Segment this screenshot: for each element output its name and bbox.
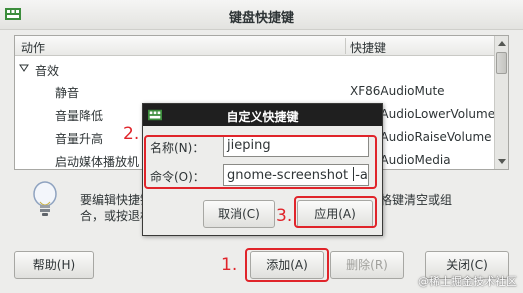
window-titlebar[interactable]: 键盘快捷键 bbox=[0, 0, 523, 30]
scroll-down-icon[interactable] bbox=[497, 156, 507, 166]
dialog-titlebar[interactable]: 自定义快捷键 bbox=[143, 104, 382, 126]
vertical-scrollbar[interactable] bbox=[494, 36, 508, 169]
scroll-up-icon[interactable] bbox=[497, 39, 507, 49]
highlight-apply-button bbox=[294, 196, 377, 228]
column-separator bbox=[345, 38, 346, 54]
highlight-add-button bbox=[245, 248, 329, 282]
annotation-step-3: 3. bbox=[276, 206, 293, 226]
column-header-shortcut[interactable]: 快捷键 bbox=[350, 39, 386, 56]
expander-down-icon[interactable] bbox=[19, 63, 29, 73]
highlight-fields bbox=[144, 135, 377, 189]
dialog-title: 自定义快捷键 bbox=[226, 110, 299, 124]
lightbulb-icon bbox=[33, 181, 57, 216]
watermark: @稀土掘金技术社区 bbox=[418, 275, 517, 288]
row-action: 静音 bbox=[55, 86, 80, 100]
group-label: 音效 bbox=[35, 64, 60, 78]
window-title: 键盘快捷键 bbox=[228, 11, 294, 26]
scrollbar-thumb[interactable] bbox=[496, 52, 507, 74]
row-action: 启动媒体播放机 bbox=[55, 155, 140, 169]
row-action: 音量降低 bbox=[55, 109, 104, 123]
row-shortcut: XF86AudioMute bbox=[350, 84, 445, 98]
annotation-step-2: 2. bbox=[123, 124, 140, 144]
list-row[interactable]: 静音 XF86AudioMute bbox=[15, 80, 495, 103]
column-header-action[interactable]: 动作 bbox=[21, 39, 45, 56]
remove-button[interactable]: 删除(R) bbox=[330, 251, 404, 279]
list-header: 动作 快捷键 bbox=[15, 36, 495, 56]
row-action: 音量升高 bbox=[55, 132, 104, 146]
cancel-button[interactable]: 取消(C) bbox=[203, 200, 275, 228]
annotation-step-1: 1. bbox=[221, 255, 238, 275]
help-button[interactable]: 帮助(H) bbox=[14, 251, 94, 279]
list-group-row[interactable]: 音效 bbox=[15, 58, 495, 81]
